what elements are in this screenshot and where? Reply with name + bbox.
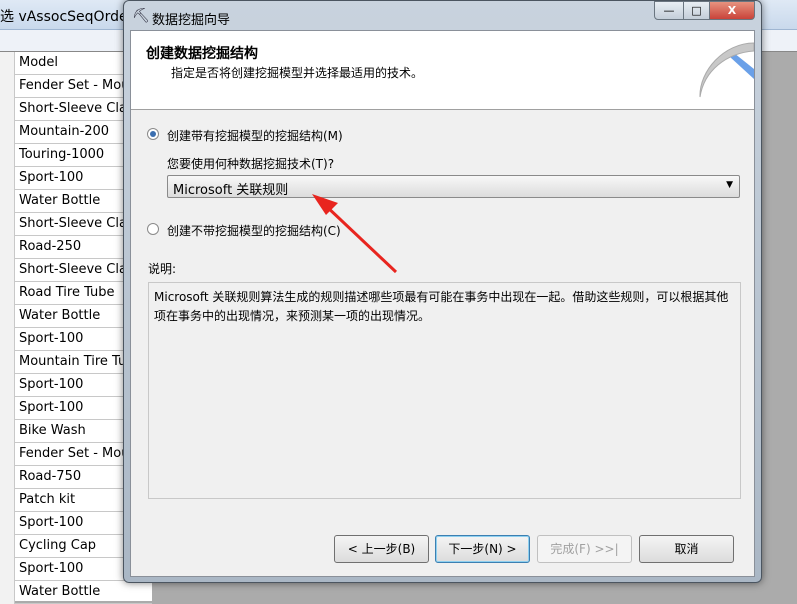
description-label: 说明: bbox=[148, 262, 177, 276]
row-header[interactable] bbox=[0, 98, 15, 121]
row-header[interactable] bbox=[0, 328, 15, 351]
row-header[interactable] bbox=[0, 236, 15, 259]
cell-model: Sport-100 bbox=[19, 377, 84, 392]
description-box: Microsoft 关联规则算法生成的规则描述哪些项最有可能在事务中出现在一起。… bbox=[148, 282, 741, 499]
cancel-button[interactable]: 取消 bbox=[639, 535, 734, 563]
row-header[interactable] bbox=[0, 420, 15, 443]
row-header[interactable] bbox=[0, 512, 15, 535]
row-header[interactable] bbox=[0, 167, 15, 190]
wizard-app-icon: ⛏ bbox=[132, 8, 150, 24]
row-header[interactable] bbox=[0, 558, 15, 581]
cell-model: Sport-100 bbox=[19, 170, 84, 185]
minimize-icon: — bbox=[663, 4, 675, 17]
page-title: 创建数据挖掘结构 bbox=[146, 46, 258, 62]
wizard-body: 创建数据挖掘结构 指定是否将创建挖掘模型并选择最适用的技术。 创建带有挖掘模型的… bbox=[130, 30, 755, 577]
dialog-title: 数据挖掘向导 bbox=[152, 13, 231, 28]
row-header[interactable] bbox=[0, 374, 15, 397]
with-model-radio[interactable] bbox=[147, 128, 159, 140]
page-subtitle: 指定是否将创建挖掘模型并选择最适用的技术。 bbox=[171, 66, 424, 80]
row-header[interactable] bbox=[0, 351, 15, 374]
cell-model: Sport-100 bbox=[19, 400, 84, 415]
cell-model: Road-750 bbox=[19, 469, 82, 484]
cell-model: Cycling Cap bbox=[19, 538, 97, 553]
row-header[interactable] bbox=[0, 213, 15, 236]
cell-model: Sport-100 bbox=[19, 561, 84, 576]
cell-model: Sport-100 bbox=[19, 331, 84, 346]
row-header[interactable] bbox=[0, 397, 15, 420]
cell-model: Patch kit bbox=[19, 492, 76, 507]
cell-model: Road-250 bbox=[19, 239, 82, 254]
maximize-button[interactable]: □ bbox=[683, 1, 710, 20]
row-header[interactable] bbox=[0, 121, 15, 144]
with-model-label[interactable]: 创建带有挖掘模型的挖掘结构(M) bbox=[167, 127, 343, 144]
column-header-model[interactable]: Model bbox=[19, 55, 58, 70]
row-header[interactable] bbox=[0, 190, 15, 213]
without-model-radio[interactable] bbox=[147, 223, 159, 235]
cell-model: Mountain-200 bbox=[19, 124, 110, 139]
wizard-dialog: ⛏ 数据挖掘向导 — □ X 创建数据挖掘结构 指定是否将创建挖掘模型并选择最适… bbox=[123, 0, 762, 583]
row-header[interactable] bbox=[0, 489, 15, 512]
row-header[interactable] bbox=[0, 282, 15, 305]
close-button[interactable]: X bbox=[709, 1, 755, 20]
finish-button: 完成(F) >>| bbox=[537, 535, 632, 563]
row-header[interactable] bbox=[0, 535, 15, 558]
back-button[interactable]: < 上一步(B) bbox=[334, 535, 429, 563]
cell-model: Sport-100 bbox=[19, 515, 84, 530]
row-header[interactable] bbox=[0, 466, 15, 489]
technique-value: Microsoft 关联规则 bbox=[173, 183, 289, 198]
minimize-button[interactable]: — bbox=[654, 1, 684, 20]
cell-model: Road Tire Tube bbox=[19, 285, 115, 300]
chevron-down-icon: ▼ bbox=[726, 180, 733, 190]
row-header[interactable] bbox=[0, 75, 15, 98]
cell-model: Bike Wash bbox=[19, 423, 86, 438]
cell-model: Water Bottle bbox=[19, 193, 101, 208]
technique-select[interactable]: Microsoft 关联规则 ▼ bbox=[167, 175, 740, 198]
close-icon: X bbox=[727, 4, 737, 17]
maximize-icon: □ bbox=[691, 4, 702, 17]
row-header[interactable] bbox=[0, 259, 15, 282]
wizard-header: 创建数据挖掘结构 指定是否将创建挖掘模型并选择最适用的技术。 bbox=[131, 31, 754, 110]
wizard-logo-icon bbox=[699, 42, 754, 98]
without-model-label[interactable]: 创建不带挖掘模型的挖掘结构(C) bbox=[167, 222, 341, 239]
cell-model: Touring-1000 bbox=[19, 147, 105, 162]
row-header[interactable] bbox=[0, 443, 15, 466]
row-header[interactable] bbox=[0, 305, 15, 328]
next-button[interactable]: 下一步(N) > bbox=[435, 535, 530, 563]
cell-model: Water Bottle bbox=[19, 584, 101, 599]
cell-model: Water Bottle bbox=[19, 308, 101, 323]
technique-prompt: 您要使用何种数据挖掘技术(T)? bbox=[167, 157, 335, 171]
row-header[interactable] bbox=[0, 144, 15, 167]
